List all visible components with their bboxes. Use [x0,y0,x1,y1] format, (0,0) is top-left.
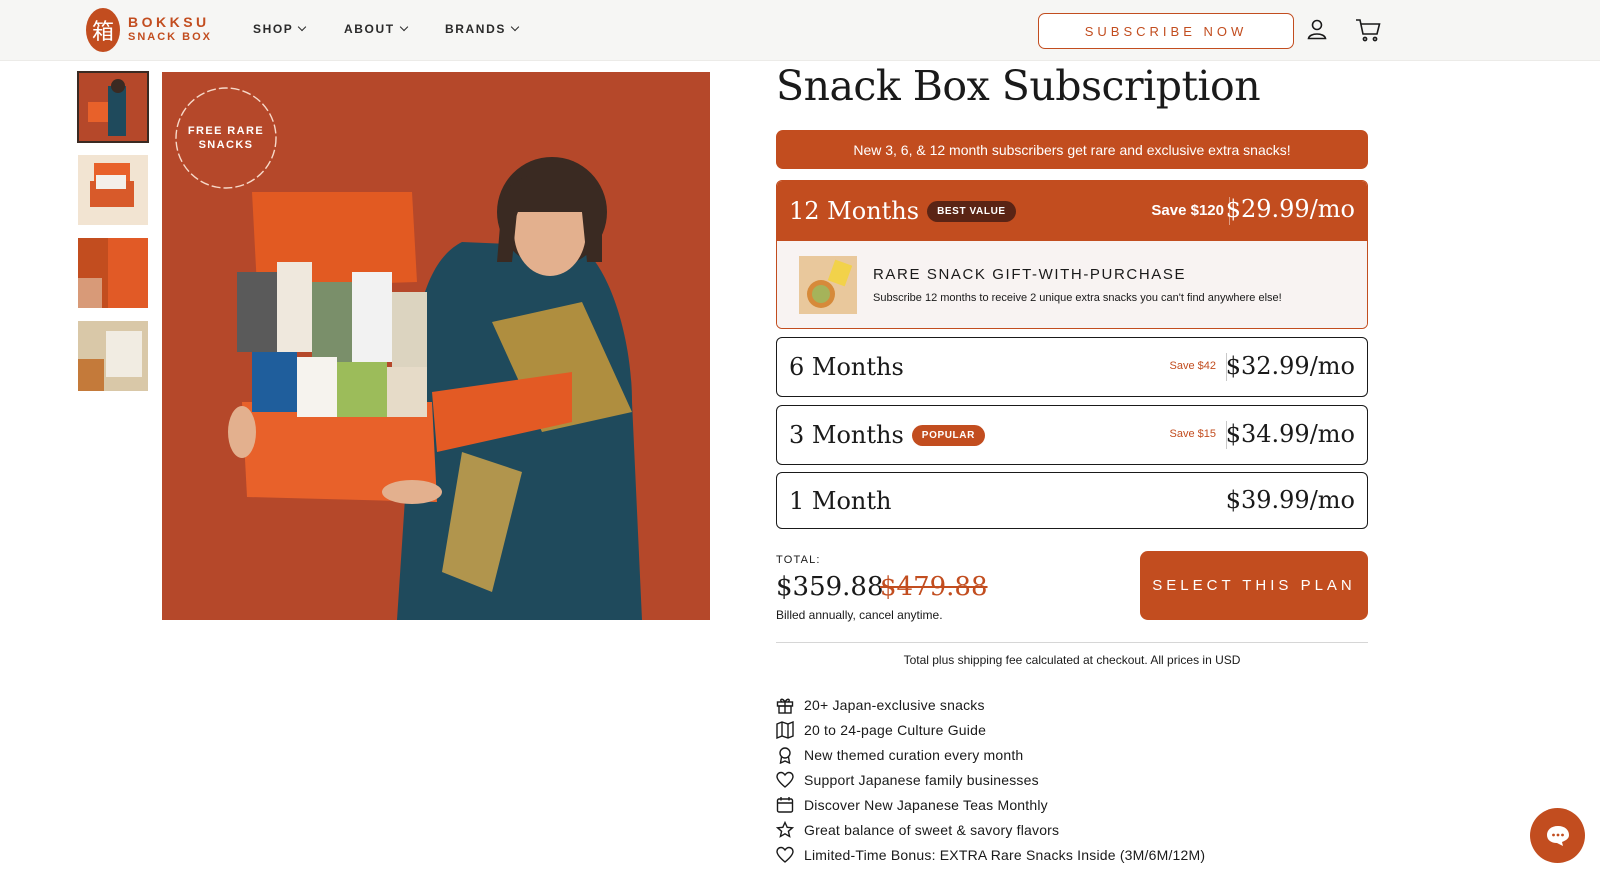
divider [776,642,1368,643]
nav-about-label: ABOUT [344,22,395,36]
feature-item: Great balance of sweet & savory flavors [776,821,1059,839]
account-icon[interactable] [1306,18,1328,45]
free-rare-snacks-label: FREE RARE SNACKS [187,125,265,151]
chevron-down-icon [510,22,520,32]
feature-item: Support Japanese family businesses [776,771,1039,789]
plan-name: 1 Month [789,486,892,515]
chevron-down-icon [298,22,307,32]
total-original-price: $479.88 [880,572,988,602]
feature-text: Limited-Time Bonus: EXTRA Rare Snacks In… [804,847,1206,863]
feature-text: New themed curation every month [804,747,1024,763]
logo-line-1: BOKKSU [128,14,210,30]
plan-option-6-months[interactable]: 6 Months Save $42 $32.99/mo [776,337,1368,397]
gallery-thumbnail-2[interactable] [78,155,148,225]
feature-item: Limited-Time Bonus: EXTRA Rare Snacks In… [776,846,1205,864]
plan-name: 3 Months [789,421,904,449]
select-plan-button[interactable]: SELECT THIS PLAN [1140,551,1368,620]
shipping-note: Total plus shipping fee calculated at ch… [903,653,1241,667]
nav-brands[interactable]: BRANDS [445,22,520,36]
bokksu-logo[interactable]: 箱 BOKKSU SNACK BOX [86,8,212,52]
feature-item: New themed curation every month [776,746,1023,764]
plan-name: 12 Months [789,197,920,225]
plan-price: $32.99/mo [1225,352,1355,380]
page-title: Snack Box Subscription [776,62,1261,110]
feature-text: 20+ Japan-exclusive snacks [804,697,985,713]
nav-shop-label: SHOP [253,22,294,36]
promo-banner: New 3, 6, & 12 month subscribers get rar… [776,130,1368,169]
feature-item: Discover New Japanese Teas Monthly [776,796,1048,814]
heart-icon [776,771,794,789]
plan-price: $29.99/mo [1225,195,1355,223]
feature-item: 20 to 24-page Culture Guide [776,721,986,739]
star-icon [776,821,794,839]
nav-shop[interactable]: SHOP [253,22,307,36]
plan-price: $39.99/mo [1225,486,1355,514]
plan-price: $34.99/mo [1225,420,1355,448]
feature-text: 20 to 24-page Culture Guide [804,722,987,738]
chat-button[interactable] [1530,808,1585,863]
plan-savings: Save $15 [1169,428,1216,440]
gift-icon [776,696,794,714]
gift-title: RARE SNACK GIFT-WITH-PURCHASE [873,266,1187,283]
gallery-thumbnail-1[interactable] [77,71,149,143]
total-label: TOTAL: [776,554,821,566]
calendar-icon [776,796,794,814]
feature-item: 20+ Japan-exclusive snacks [776,696,985,714]
cart-icon[interactable] [1355,17,1381,48]
chat-bubble-icon [1546,825,1569,846]
plan-option-3-months[interactable]: 3 Months POPULAR Save $15 $34.99/mo [776,405,1368,465]
chevron-down-icon [399,22,408,32]
gift-snack-image [799,256,857,314]
award-icon [776,746,794,764]
plan-name: 6 Months [789,353,904,381]
gift-with-purchase: RARE SNACK GIFT-WITH-PURCHASE Subscribe … [777,241,1367,328]
plan-option-12-months[interactable]: 12 Months BEST VALUE Save $120 $29.99/mo… [776,180,1368,329]
subscribe-now-button[interactable]: SUBSCRIBE NOW [1038,13,1294,49]
logo-line-2: SNACK BOX [128,31,213,43]
plan-savings: Save $120 [1151,202,1224,219]
nav-about[interactable]: ABOUT [344,22,408,36]
best-value-badge: BEST VALUE [927,200,1016,222]
popular-badge: POPULAR [911,424,985,446]
feature-text: Discover New Japanese Teas Monthly [804,797,1048,813]
gallery-thumbnail-3[interactable] [78,238,148,308]
plan-savings: Save $42 [1169,360,1216,372]
plan-option-1-month[interactable]: 1 Month $39.99/mo [776,472,1368,529]
site-header: 箱 BOKKSU SNACK BOX SHOP ABOUT BRANDS SUB… [0,0,1600,61]
gallery-thumbnail-4[interactable] [78,321,148,391]
billing-note: Billed annually, cancel anytime. [776,608,943,622]
heart-icon [776,846,794,864]
product-main-image[interactable]: FREE RARE SNACKS [162,72,710,620]
nav-brands-label: BRANDS [445,22,506,36]
logo-mark-icon: 箱 [86,8,120,52]
gift-subtitle: Subscribe 12 months to receive 2 unique … [873,292,1282,304]
feature-text: Great balance of sweet & savory flavors [804,822,1060,838]
total-price: $359.88 [776,572,884,602]
map-icon [776,721,794,739]
feature-text: Support Japanese family businesses [804,772,1039,788]
